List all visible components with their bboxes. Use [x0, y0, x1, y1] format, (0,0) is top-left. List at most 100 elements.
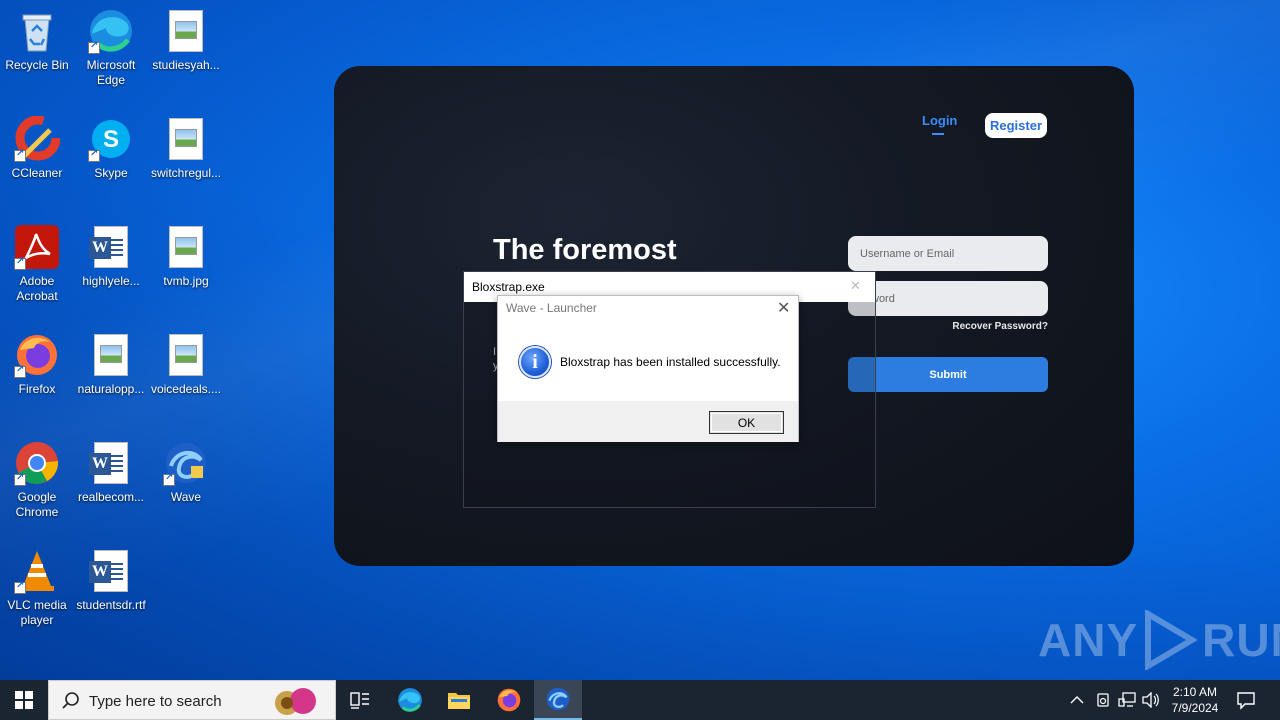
launcher-headline: The foremost [493, 234, 677, 266]
task-view-icon [350, 692, 369, 709]
desktop-icon-voicedeals[interactable]: voicedeals.... [150, 332, 222, 397]
clock-date: 7/9/2024 [1171, 701, 1219, 715]
firefox-icon [14, 332, 60, 378]
nav-login-underline [932, 133, 944, 135]
wave-icon [546, 687, 570, 711]
desktop-icon-wave[interactable]: Wave [150, 440, 222, 505]
volume-button[interactable] [1142, 680, 1160, 720]
submit-button[interactable]: Submit [848, 357, 1048, 392]
image-file-icon [163, 224, 209, 270]
desktop-icon-label: CCleaner [11, 166, 63, 180]
word-document-icon: W [88, 548, 134, 594]
bloxstrap-close-icon[interactable]: ✕ [850, 278, 861, 294]
tray-device-icon-button[interactable] [1095, 680, 1111, 720]
desktop-icon-label: Recycle Bin [5, 58, 69, 72]
bloxstrap-title: Bloxstrap.exe [472, 280, 545, 294]
desktop-icon-label: highlyele... [82, 274, 140, 288]
skype-icon: S [88, 116, 134, 162]
desktop-icon-studiesyah[interactable]: studiesyah... [150, 8, 222, 73]
word-document-icon: W [88, 440, 134, 486]
taskbar-search-box[interactable]: Type here to search [48, 680, 336, 720]
password-field[interactable]: ssword [848, 281, 1048, 316]
desktop-icon-word-realbecom[interactable]: W realbecom... [75, 440, 147, 505]
device-icon [1097, 693, 1109, 707]
taskbar-clock[interactable]: 2:10 AM 7/9/2024 [1165, 684, 1225, 716]
show-hidden-icons-button[interactable] [1070, 680, 1084, 720]
image-file-icon [163, 8, 209, 54]
shortcut-arrow-icon [14, 472, 26, 486]
desktop-icon-label: Microsoft Edge [86, 58, 136, 87]
shortcut-arrow-icon [163, 472, 175, 486]
notification-icon[interactable] [1236, 690, 1256, 710]
desktop-icon-label: voicedeals.... [150, 382, 222, 396]
task-view-button[interactable] [336, 680, 384, 720]
start-button[interactable] [0, 680, 48, 720]
shortcut-arrow-icon [14, 256, 26, 270]
vlc-icon [14, 548, 60, 594]
desktop-icon-vlc[interactable]: VLC media player [1, 548, 73, 628]
username-field[interactable]: Username or Email [848, 236, 1048, 271]
anyrun-watermark: ANY RUN [1038, 608, 1280, 672]
desktop-icon-label: Skype [94, 166, 128, 180]
message-box-close-icon[interactable]: ✕ [777, 298, 790, 318]
desktop-icon-word-studentsdr[interactable]: W studentsdr.rtf [75, 548, 147, 613]
desktop-icon-label: studentsdr.rtf [76, 598, 146, 612]
image-file-icon [88, 332, 134, 378]
chrome-icon [14, 440, 60, 486]
message-box-footer: OK [498, 401, 798, 442]
clock-time: 2:10 AM [1172, 685, 1218, 699]
watermark-right-text: RUN [1202, 614, 1280, 666]
recover-password-link[interactable]: Recover Password? [948, 321, 1048, 332]
desktop-icon-naturalopp[interactable]: naturalopp... [75, 332, 147, 397]
shortcut-arrow-icon [14, 148, 26, 162]
taskbar-wave-button[interactable] [534, 680, 582, 720]
firefox-icon [497, 688, 521, 712]
taskbar-firefox-button[interactable] [485, 680, 533, 720]
desktop-icon-switchregul[interactable]: switchregul... [150, 116, 222, 181]
word-document-icon: W [88, 224, 134, 270]
chevron-up-icon [1070, 696, 1084, 704]
nav-register-button[interactable]: Register [985, 113, 1047, 138]
message-box: Wave - Launcher ✕ i Bloxstrap has been i… [497, 295, 799, 442]
nav-login-link[interactable]: Login [922, 113, 957, 128]
play-logo-icon [1145, 610, 1199, 670]
desktop-icon-label: naturalopp... [77, 382, 145, 396]
message-box-text: Bloxstrap has been installed successfull… [560, 355, 781, 369]
desktop-icon-skype[interactable]: S Skype [75, 116, 147, 181]
ok-button[interactable]: OK [709, 411, 784, 434]
info-icon: i [519, 346, 551, 378]
desktop-icon-microsoft-edge[interactable]: Microsoft Edge [75, 8, 147, 88]
desktop-icon-label: Firefox [18, 382, 56, 396]
shortcut-arrow-icon [14, 364, 26, 378]
desktop-icon-tvmb[interactable]: tvmb.jpg [150, 224, 222, 289]
taskbar-file-explorer-button[interactable] [435, 680, 483, 720]
windows-logo-icon [15, 691, 33, 709]
taskbar-edge-button[interactable] [386, 680, 434, 720]
message-box-title: Wave - Launcher [506, 301, 597, 315]
desktop-icon-label: switchregul... [150, 166, 222, 180]
speaker-icon [1142, 692, 1159, 708]
edge-icon [88, 8, 134, 54]
shortcut-arrow-icon [88, 40, 100, 54]
desktop-icon-firefox[interactable]: Firefox [1, 332, 73, 397]
search-icon [62, 692, 79, 709]
desktop-icon-label: Adobe Acrobat [16, 274, 58, 303]
desktop-icon-adobe-acrobat[interactable]: Adobe Acrobat [1, 224, 73, 304]
image-file-icon [163, 332, 209, 378]
image-file-icon [163, 116, 209, 162]
desktop-icon-recycle-bin[interactable]: Recycle Bin [1, 8, 73, 73]
shortcut-arrow-icon [88, 148, 100, 162]
watermark-left-text: ANY [1038, 614, 1139, 666]
desktop-icon-label: VLC media player [7, 598, 67, 627]
desktop-icon-ccleaner[interactable]: CCleaner [1, 116, 73, 181]
desktop-icon-label: Wave [170, 490, 202, 504]
desktop-icon-word-highlyele[interactable]: W highlyele... [75, 224, 147, 289]
adobe-acrobat-icon [14, 224, 60, 270]
desktop-icon-google-chrome[interactable]: Google Chrome [1, 440, 73, 520]
network-button[interactable] [1118, 680, 1136, 720]
desktop-icon-label: Google Chrome [15, 490, 59, 519]
taskbar: Type here to search 2:10 AM 7/9/2024 [0, 680, 1280, 720]
network-icon [1118, 692, 1136, 707]
folder-icon [448, 693, 470, 709]
desktop-icon-label: tvmb.jpg [163, 274, 209, 288]
